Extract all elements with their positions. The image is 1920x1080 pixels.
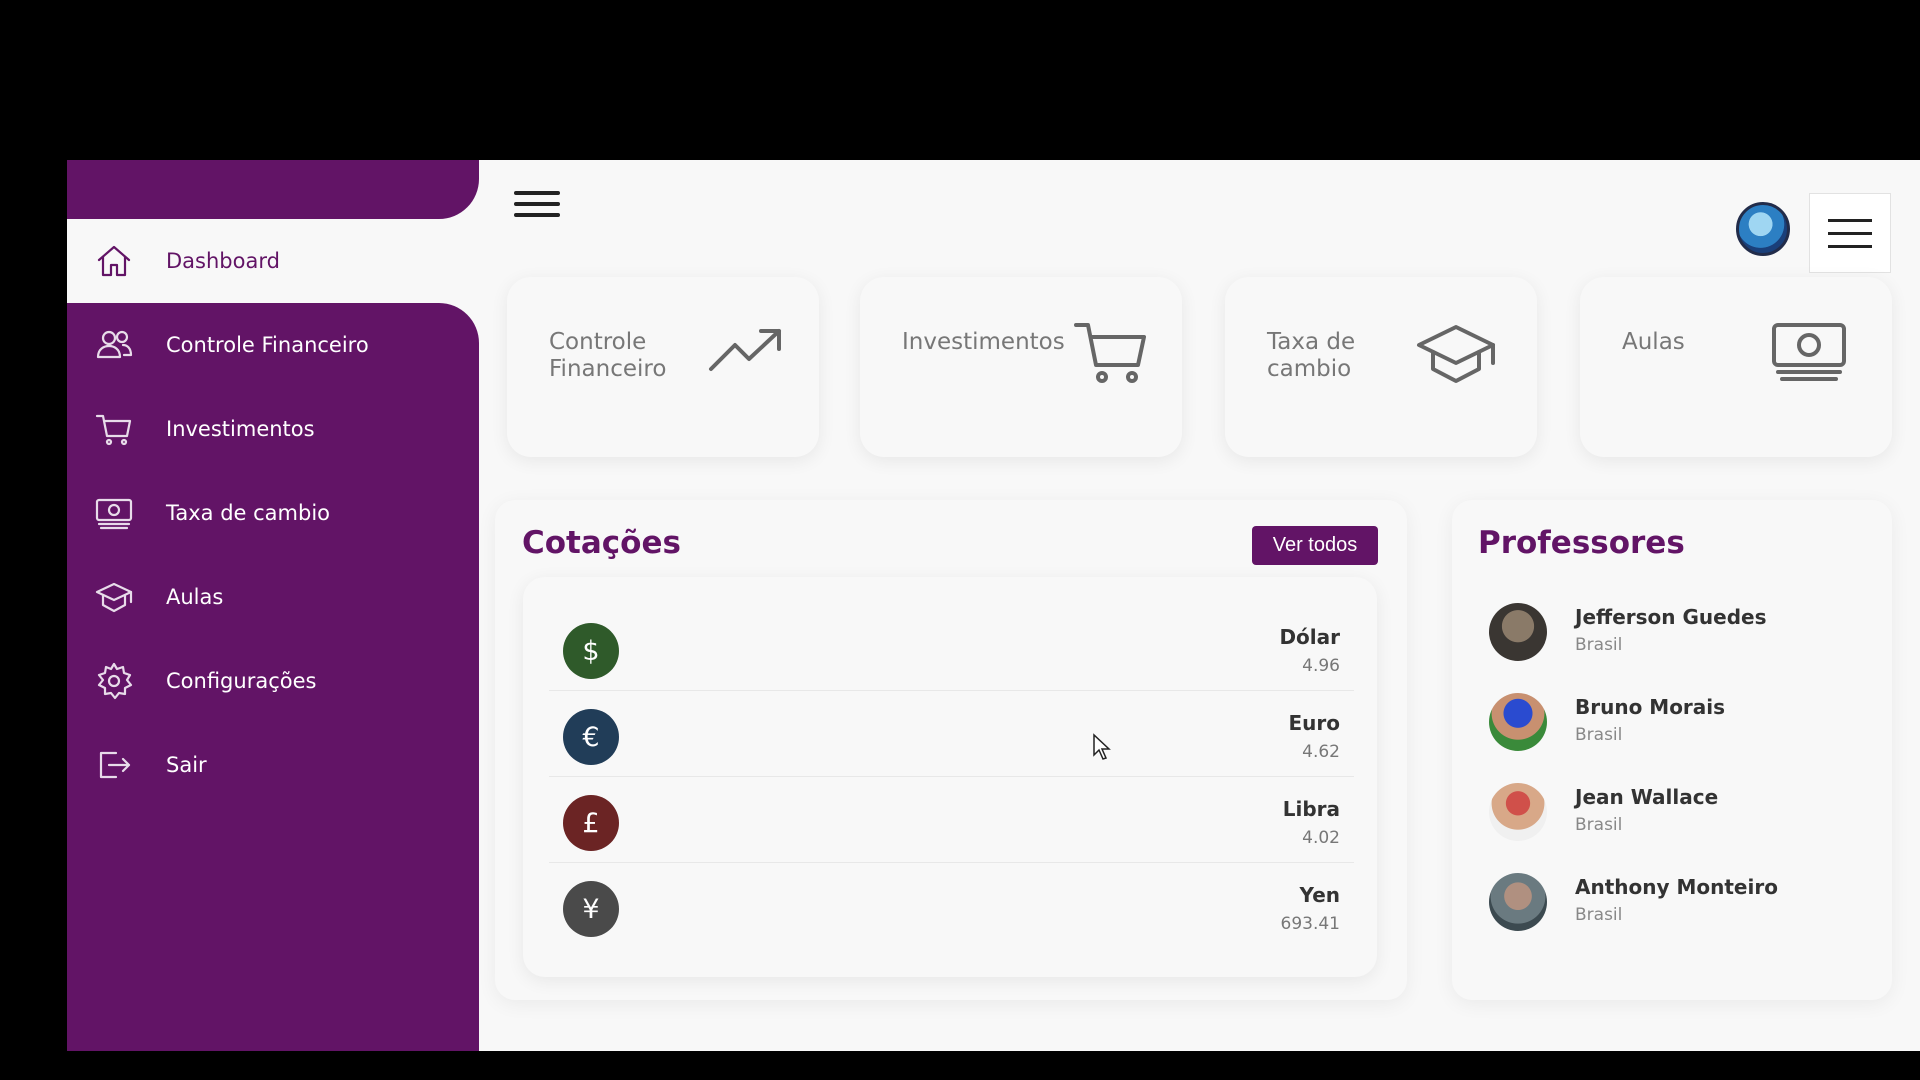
- teacher-name: Bruno Morais: [1575, 695, 1726, 719]
- sidebar-item-label: Sair: [166, 753, 207, 777]
- teacher-name: Anthony Monteiro: [1575, 875, 1778, 899]
- teacher-item[interactable]: Jean Wallace Brasil: [1489, 783, 1839, 847]
- cart-icon: [1072, 319, 1154, 385]
- teacher-country: Brasil: [1575, 905, 1623, 925]
- sidebar-item-taxa-de-cambio[interactable]: Taxa de cambio: [72, 471, 479, 555]
- list-item[interactable]: € Euro 4.62: [549, 691, 1354, 777]
- sidebar-item-configuracoes[interactable]: Configurações: [72, 639, 479, 723]
- sidebar-item-label: Taxa de cambio: [166, 501, 331, 525]
- gear-icon: [93, 660, 135, 702]
- sidebar-item-label: Investimentos: [166, 417, 315, 441]
- currency-value: 4.02: [1302, 828, 1340, 848]
- card-title: Investimentos: [902, 329, 1065, 355]
- quotes-title: Cotações: [522, 525, 681, 561]
- graduation-cap-icon: [93, 576, 135, 618]
- list-item[interactable]: ¥ Yen 693.41: [549, 863, 1354, 949]
- menu-button[interactable]: [1809, 193, 1891, 273]
- users-icon: [93, 324, 135, 366]
- yen-icon: ¥: [563, 881, 619, 937]
- card-title: Taxa de cambio: [1267, 329, 1356, 382]
- currency-value: 4.96: [1302, 656, 1340, 676]
- teacher-country: Brasil: [1575, 815, 1623, 835]
- currency-name: Libra: [1282, 797, 1340, 821]
- graduation-cap-icon: [1415, 319, 1497, 385]
- sidebar-item-sair[interactable]: Sair: [72, 723, 479, 807]
- teacher-item[interactable]: Jefferson Guedes Brasil: [1489, 603, 1839, 667]
- avatar: [1489, 783, 1547, 841]
- money-icon: [1768, 319, 1850, 385]
- teacher-name: Jean Wallace: [1575, 785, 1719, 809]
- sidebar-item-dashboard[interactable]: Dashboard: [72, 219, 479, 303]
- card-taxa-de-cambio[interactable]: Taxa de cambio: [1225, 277, 1537, 457]
- sidebar-item-aulas[interactable]: Aulas: [72, 555, 479, 639]
- avatar: [1489, 693, 1547, 751]
- card-title: Controle Financeiro: [549, 329, 667, 382]
- teacher-country: Brasil: [1575, 725, 1623, 745]
- teachers-title: Professores: [1478, 525, 1685, 561]
- user-avatar[interactable]: [1736, 202, 1790, 256]
- card-aulas[interactable]: Aulas: [1580, 277, 1892, 457]
- view-all-button[interactable]: Ver todos: [1252, 526, 1378, 565]
- card-title: Aulas: [1622, 329, 1685, 355]
- sidebar-item-investimentos[interactable]: Investimentos: [72, 387, 479, 471]
- trending-up-icon: [705, 319, 787, 385]
- euro-icon: €: [563, 709, 619, 765]
- sidebar-item-label: Aulas: [166, 585, 224, 609]
- mouse-cursor-icon: [1093, 733, 1111, 760]
- pound-icon: £: [563, 795, 619, 851]
- quotes-list: $ Dólar 4.96 € Euro 4.62 £ Libra 4.02 ¥ …: [523, 577, 1377, 977]
- dollar-icon: $: [563, 623, 619, 679]
- sidebar-item-label: Controle Financeiro: [166, 333, 369, 357]
- avatar: [1489, 873, 1547, 931]
- money-icon: [93, 492, 135, 534]
- cart-icon: [93, 408, 135, 450]
- app-window: Dashboard Controle Financeiro Investimen…: [67, 160, 1920, 1051]
- sidebar-item-controle-financeiro[interactable]: Controle Financeiro: [72, 303, 479, 387]
- currency-name: Euro: [1288, 711, 1340, 735]
- sidebar-item-label: Configurações: [166, 669, 317, 693]
- sidebar: Dashboard Controle Financeiro Investimen…: [67, 160, 479, 1051]
- sidebar-toggle-button[interactable]: [514, 191, 560, 221]
- list-item[interactable]: $ Dólar 4.96: [549, 605, 1354, 691]
- sidebar-item-label: Dashboard: [166, 249, 280, 273]
- currency-name: Dólar: [1279, 625, 1340, 649]
- teacher-item[interactable]: Anthony Monteiro Brasil: [1489, 873, 1839, 937]
- logout-icon: [93, 744, 135, 786]
- teacher-name: Jefferson Guedes: [1575, 605, 1767, 629]
- currency-name: Yen: [1299, 883, 1340, 907]
- teacher-item[interactable]: Bruno Morais Brasil: [1489, 693, 1839, 757]
- card-investimentos[interactable]: Investimentos: [860, 277, 1182, 457]
- list-item[interactable]: £ Libra 4.02: [549, 777, 1354, 863]
- teacher-country: Brasil: [1575, 635, 1623, 655]
- card-controle-financeiro[interactable]: Controle Financeiro: [507, 277, 819, 457]
- home-icon: [93, 240, 135, 282]
- currency-value: 693.41: [1280, 914, 1340, 934]
- avatar: [1489, 603, 1547, 661]
- currency-value: 4.62: [1302, 742, 1340, 762]
